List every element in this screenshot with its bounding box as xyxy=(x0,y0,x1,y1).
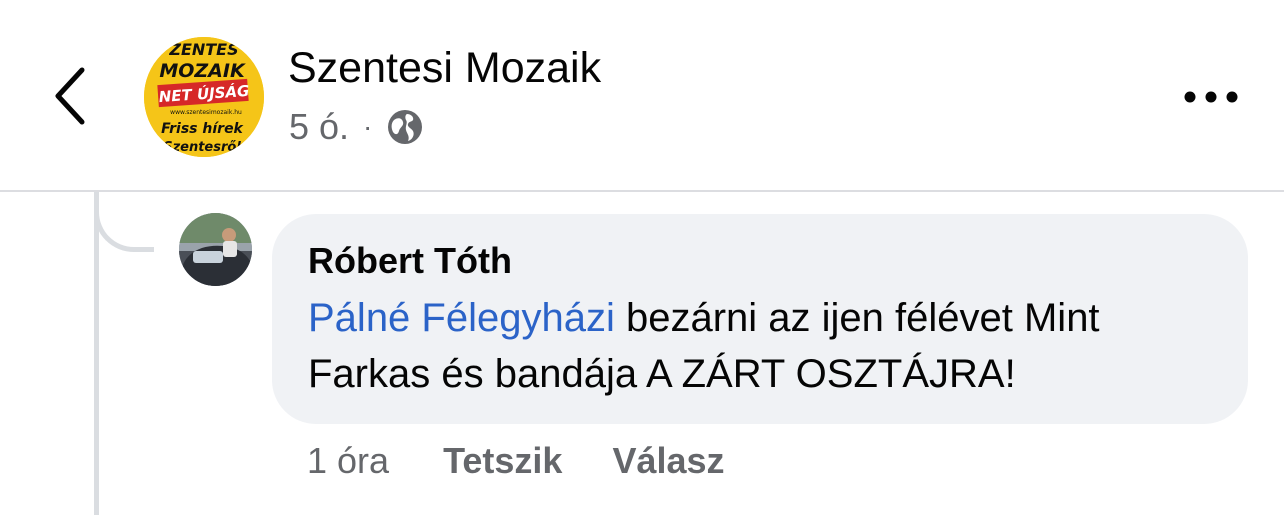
logo-line-1: ZENTES xyxy=(168,40,238,59)
comment-text: Pálné Félegyházi bezárni az ijen félévet… xyxy=(308,290,1228,402)
post-time[interactable]: 5 ó. xyxy=(289,106,349,148)
like-button[interactable]: Tetszik xyxy=(443,440,562,482)
logo-line-4: Friss hírek xyxy=(161,121,244,137)
comment-time[interactable]: 1 óra xyxy=(307,440,389,482)
commenter-avatar[interactable] xyxy=(179,213,252,286)
more-options-button[interactable] xyxy=(1180,84,1242,110)
post-header: ZENTES MOZAIK NET ÚJSÁG www.szentesimoza… xyxy=(0,0,1284,192)
logo-url: www.szentesimozaik.hu xyxy=(170,109,242,116)
avatar-photo xyxy=(179,213,252,286)
meta-separator: · xyxy=(363,111,373,142)
comment-author[interactable]: Róbert Tóth xyxy=(308,240,512,282)
mention-link[interactable]: Pálné Félegyházi xyxy=(308,296,615,340)
page-logo: ZENTES MOZAIK NET ÚJSÁG www.szentesimoza… xyxy=(144,37,264,157)
logo-line-2: MOZAIK xyxy=(159,60,246,82)
reply-button[interactable]: Válasz xyxy=(612,440,724,482)
page-avatar[interactable]: ZENTES MOZAIK NET ÚJSÁG www.szentesimoza… xyxy=(144,37,264,157)
thread-connector-curve xyxy=(94,192,154,252)
globe-icon xyxy=(388,110,423,144)
thread-connector-line xyxy=(94,192,99,515)
post-meta: 5 ó. · xyxy=(289,106,424,148)
back-button[interactable] xyxy=(40,56,100,136)
logo-line-5: Szentesről xyxy=(163,140,241,155)
comment-bubble: Róbert Tóth Pálné Félegyházi bezárni az … xyxy=(272,214,1248,424)
chevron-left-icon xyxy=(55,67,85,125)
more-horizontal-icon xyxy=(1184,91,1238,103)
page-name[interactable]: Szentesi Mozaik xyxy=(288,44,601,93)
comment-actions: 1 óra Tetszik Válasz xyxy=(307,440,775,482)
